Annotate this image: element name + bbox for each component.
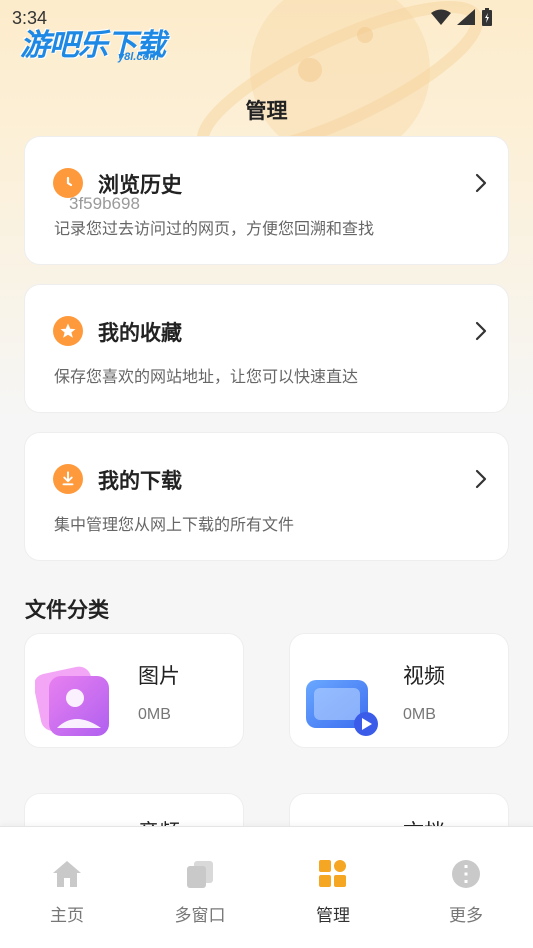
nav-home[interactable]: 主页	[17, 857, 117, 926]
manage-icon	[316, 857, 350, 891]
downloads-title: 我的下载	[98, 469, 182, 493]
nav-more[interactable]: 更多	[416, 857, 516, 926]
category-videos[interactable]: 视频 0MB	[289, 633, 509, 748]
category-name: 视频	[403, 664, 445, 688]
history-desc: 记录您过去访问过的网页，方便您回溯和查找	[54, 219, 375, 238]
nav-manage[interactable]: 管理	[283, 857, 383, 926]
more-icon	[449, 857, 483, 891]
image-folder-icon	[35, 666, 109, 736]
nav-label: 多窗口	[174, 906, 226, 926]
category-images[interactable]: 图片 0MB	[24, 633, 244, 748]
star-icon	[53, 316, 83, 346]
downloads-card[interactable]: 我的下载 集中管理您从网上下载的所有文件	[24, 432, 509, 561]
brand-domain: y8l.com	[118, 51, 159, 63]
bottom-navigation: 主页 多窗口 管理 更多	[0, 826, 533, 948]
wifi-icon	[431, 9, 451, 25]
nav-label: 管理	[316, 906, 350, 926]
video-folder-icon	[306, 680, 378, 736]
download-icon	[53, 464, 83, 494]
nav-windows[interactable]: 多窗口	[150, 857, 250, 926]
favorites-title: 我的收藏	[98, 321, 182, 345]
nav-label: 主页	[50, 906, 84, 926]
page-title: 管理	[245, 99, 288, 123]
category-name: 图片	[138, 664, 180, 688]
favorites-desc: 保存您喜欢的网站地址，让您可以快速直达	[54, 367, 359, 386]
file-category-title: 文件分类	[25, 598, 109, 622]
downloads-desc: 集中管理您从网上下载的所有文件	[54, 515, 295, 534]
nav-label: 更多	[449, 906, 483, 926]
chevron-right-icon	[475, 173, 487, 193]
battery-icon	[482, 8, 492, 26]
category-size: 0MB	[403, 706, 436, 723]
signal-icon	[457, 9, 475, 25]
watermark-text: 3f59b698	[69, 194, 140, 213]
home-icon	[50, 857, 84, 891]
chevron-right-icon	[475, 321, 487, 341]
windows-icon	[183, 857, 217, 891]
favorites-card[interactable]: 我的收藏 保存您喜欢的网站地址，让您可以快速直达	[24, 284, 509, 413]
chevron-right-icon	[475, 469, 487, 489]
category-size: 0MB	[138, 706, 171, 723]
